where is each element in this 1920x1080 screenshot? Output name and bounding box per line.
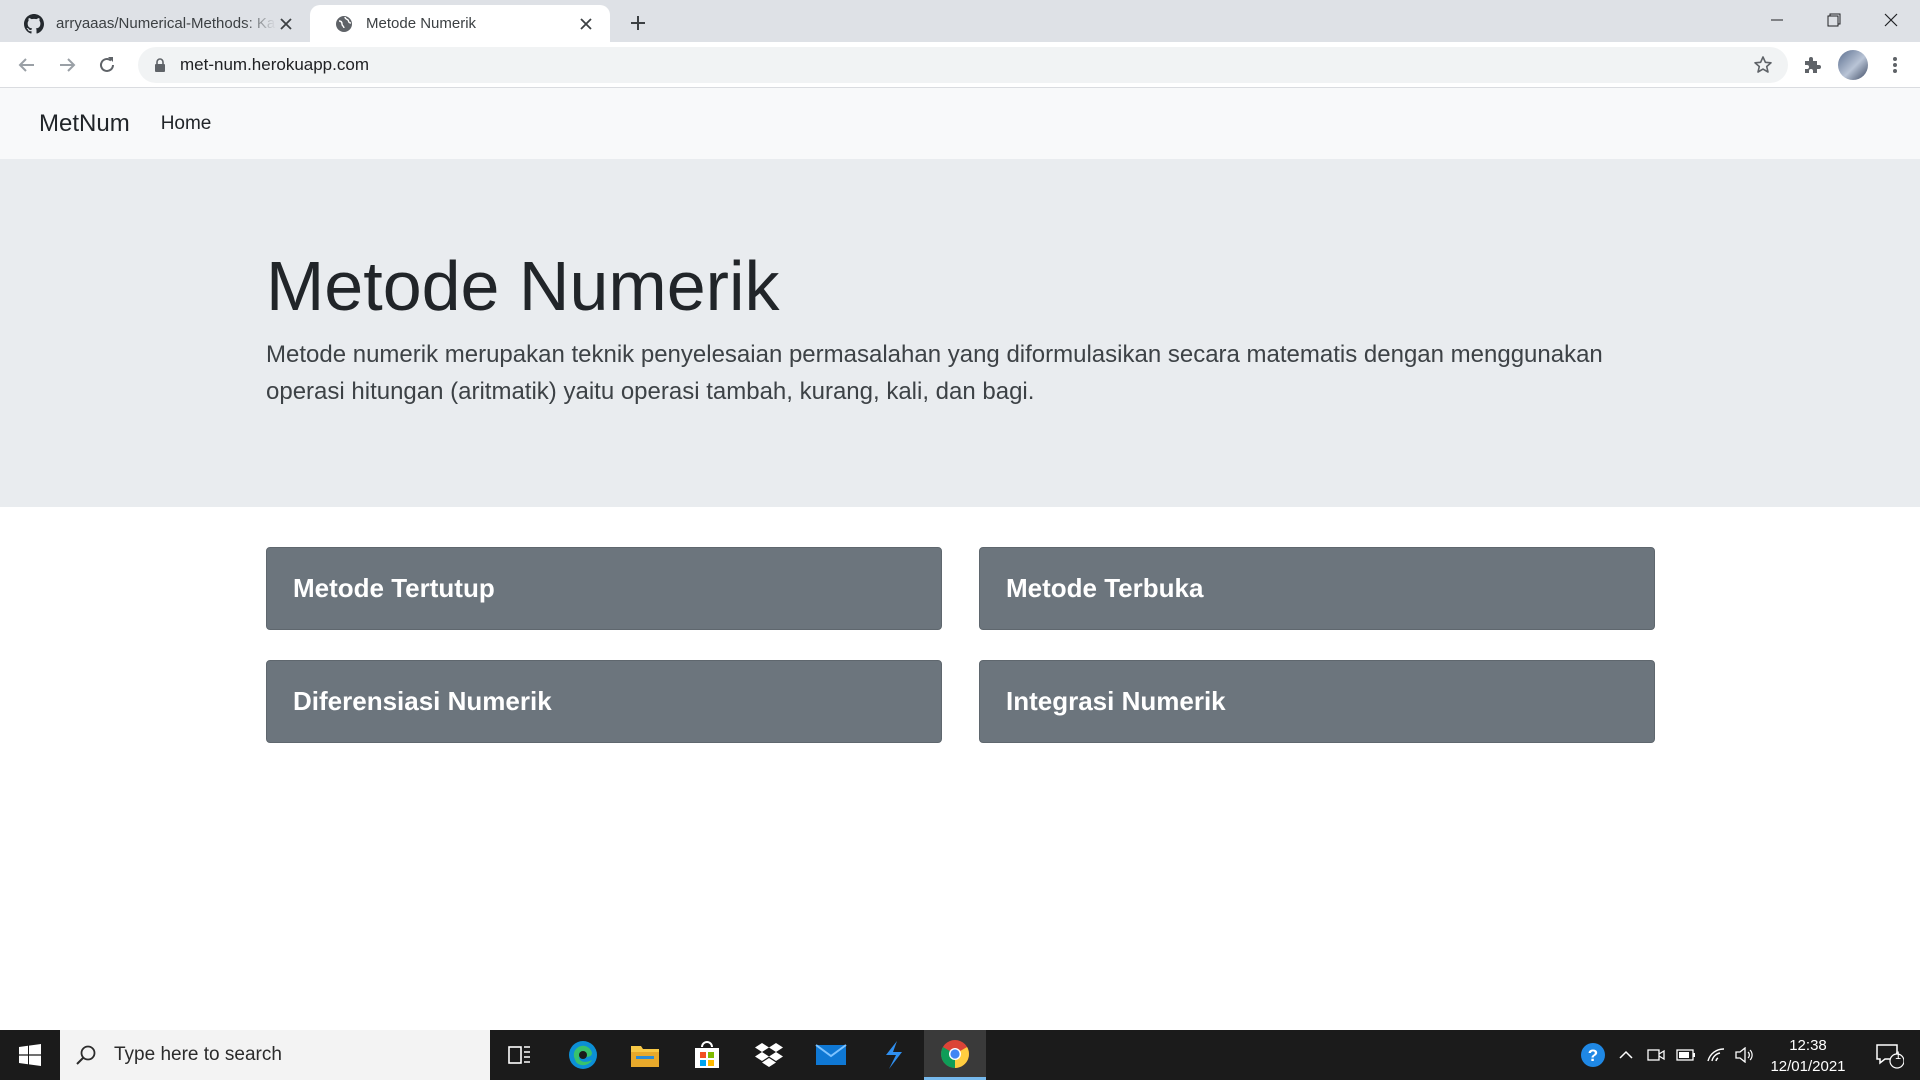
dropbox-icon[interactable] xyxy=(738,1030,800,1080)
browser-tab-metode-numerik[interactable]: Metode Numerik xyxy=(310,5,610,42)
card-metode-terbuka[interactable]: Metode Terbuka xyxy=(979,547,1655,630)
new-tab-plus-icon[interactable] xyxy=(624,9,652,37)
search-placeholder: Type here to search xyxy=(114,1044,282,1065)
meet-now-icon[interactable] xyxy=(1644,1030,1668,1080)
taskbar-search-box[interactable]: Type here to search xyxy=(60,1030,490,1080)
forward-arrow-icon[interactable] xyxy=(51,49,83,81)
close-window-icon[interactable] xyxy=(1863,0,1919,40)
taskbar-clock[interactable]: 12:38 12/01/2021 xyxy=(1760,1035,1856,1077)
chrome-icon[interactable] xyxy=(924,1030,986,1080)
edge-browser-icon[interactable] xyxy=(552,1030,614,1080)
card-diferensiasi-numerik[interactable]: Diferensiasi Numerik xyxy=(266,660,942,743)
reload-icon[interactable] xyxy=(91,49,123,81)
microsoft-store-icon[interactable] xyxy=(676,1030,738,1080)
tab-title: Metode Numerik xyxy=(366,15,477,32)
battery-icon[interactable] xyxy=(1674,1030,1698,1080)
minimize-window-icon[interactable] xyxy=(1749,0,1805,40)
browser-tab-github[interactable]: arryaaas/Numerical-Methods: Ka xyxy=(0,5,310,42)
clock-time: 12:38 xyxy=(1789,1037,1827,1054)
extensions-puzzle-icon[interactable] xyxy=(1797,50,1827,80)
close-tab-icon[interactable] xyxy=(276,14,296,34)
card-metode-tertutup[interactable]: Metode Tertutup xyxy=(266,547,942,630)
page-title: Metode Numerik xyxy=(266,247,780,325)
bookmark-star-icon[interactable] xyxy=(1752,54,1774,76)
file-explorer-icon[interactable] xyxy=(614,1030,676,1080)
hero-description: Metode numerik merupakan teknik penyeles… xyxy=(266,341,1603,405)
address-bar[interactable]: met-num.herokuapp.com xyxy=(138,47,1788,83)
search-icon xyxy=(74,1043,98,1067)
action-center-notification-icon[interactable]: 1 xyxy=(1866,1030,1912,1080)
github-icon xyxy=(24,13,44,34)
globe-icon xyxy=(334,14,354,34)
wifi-icon[interactable] xyxy=(1704,1030,1728,1080)
vscode-style-app-icon[interactable] xyxy=(862,1030,924,1080)
notification-count-badge: 1 xyxy=(1894,1050,1902,1062)
tab-title: arryaaas/Numerical-Methods: Ka xyxy=(56,15,276,32)
mail-icon[interactable] xyxy=(800,1030,862,1080)
back-arrow-icon[interactable] xyxy=(11,49,43,81)
nav-link-home[interactable]: Home xyxy=(161,113,212,135)
clock-date: 12/01/2021 xyxy=(1770,1058,1846,1075)
browser-toolbar: met-num.herokuapp.com xyxy=(0,42,1920,88)
lock-icon[interactable] xyxy=(152,57,168,73)
show-hidden-icons-chevron-icon[interactable] xyxy=(1614,1030,1638,1080)
url-text: met-num.herokuapp.com xyxy=(180,55,369,74)
browser-tab-strip: arryaaas/Numerical-Methods: Ka Metode Nu… xyxy=(0,0,1920,42)
volume-icon[interactable] xyxy=(1732,1030,1756,1080)
profile-avatar[interactable] xyxy=(1838,50,1868,80)
close-tab-icon[interactable] xyxy=(576,14,596,34)
site-brand[interactable]: MetNum xyxy=(39,110,130,138)
windows-taskbar: Type here to search ? 12:38 12/01/2021 1 xyxy=(0,1030,1920,1080)
restore-window-icon[interactable] xyxy=(1806,0,1862,40)
card-integrasi-numerik[interactable]: Integrasi Numerik xyxy=(979,660,1655,743)
more-menu-icon[interactable] xyxy=(1880,50,1910,80)
site-navbar: MetNum Home xyxy=(0,88,1920,159)
task-view-icon[interactable] xyxy=(489,1030,551,1080)
help-icon[interactable]: ? xyxy=(1578,1030,1608,1080)
hero-section: Metode Numerik Metode numerik merupakan … xyxy=(0,159,1920,507)
svg-text:?: ? xyxy=(1588,1046,1598,1065)
windows-start-icon[interactable] xyxy=(0,1030,60,1080)
